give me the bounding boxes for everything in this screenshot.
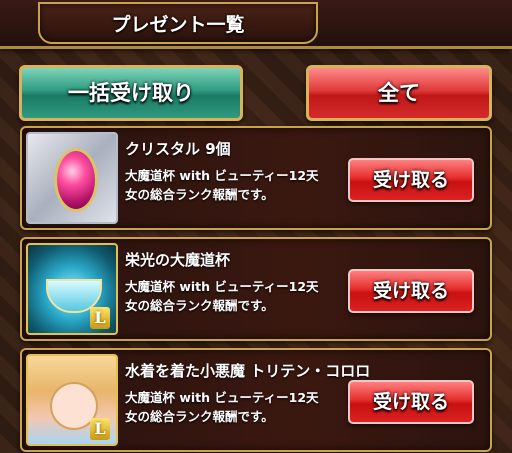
- present-card: L 栄光の大魔道杯 大魔道杯 with ビューティー12天 女の総合ランク報酬で…: [20, 237, 492, 341]
- crystal-icon: [26, 132, 118, 224]
- present-card: L 水着を着た小悪魔 トリテン・コロロ 大魔道杯 with ビューティー12天 …: [20, 348, 492, 452]
- present-desc-line2: 女の総合ランク報酬です。: [125, 409, 274, 424]
- rarity-badge-icon: L: [90, 307, 110, 329]
- present-description: 大魔道杯 with ビューティー12天 女の総合ランク報酬です。: [125, 166, 355, 204]
- receive-button[interactable]: 受け取る: [348, 380, 474, 424]
- rarity-badge-icon: L: [90, 418, 110, 440]
- gem-shape: [54, 148, 98, 212]
- present-card: クリスタル 9個 大魔道杯 with ビューティー12天 女の総合ランク報酬です…: [20, 126, 492, 230]
- bulk-receive-button[interactable]: 一括受け取り: [19, 65, 243, 121]
- receive-button[interactable]: 受け取る: [348, 158, 474, 202]
- receive-button[interactable]: 受け取る: [348, 269, 474, 313]
- all-filter-button[interactable]: 全て: [306, 65, 492, 121]
- present-description: 大魔道杯 with ビューティー12天 女の総合ランク報酬です。: [125, 388, 355, 426]
- present-desc-line1: 大魔道杯 with ビューティー12天: [125, 279, 319, 294]
- title-plate: プレゼント一覧: [38, 2, 318, 44]
- present-desc-line2: 女の総合ランク報酬です。: [125, 187, 274, 202]
- present-name: 水着を着た小悪魔 トリテン・コロロ: [125, 362, 371, 380]
- present-desc-line1: 大魔道杯 with ビューティー12天: [125, 390, 319, 405]
- present-name: クリスタル 9個: [125, 140, 231, 158]
- trophy-cup-icon: L: [26, 243, 118, 335]
- present-name: 栄光の大魔道杯: [125, 251, 231, 269]
- page-title: プレゼント一覧: [111, 14, 245, 36]
- present-desc-line1: 大魔道杯 with ビューティー12天: [125, 168, 319, 183]
- title-bar: プレゼント一覧: [0, 0, 512, 49]
- character-card-icon: L: [26, 354, 118, 446]
- present-desc-line2: 女の総合ランク報酬です。: [125, 298, 274, 313]
- present-description: 大魔道杯 with ビューティー12天 女の総合ランク報酬です。: [125, 277, 355, 315]
